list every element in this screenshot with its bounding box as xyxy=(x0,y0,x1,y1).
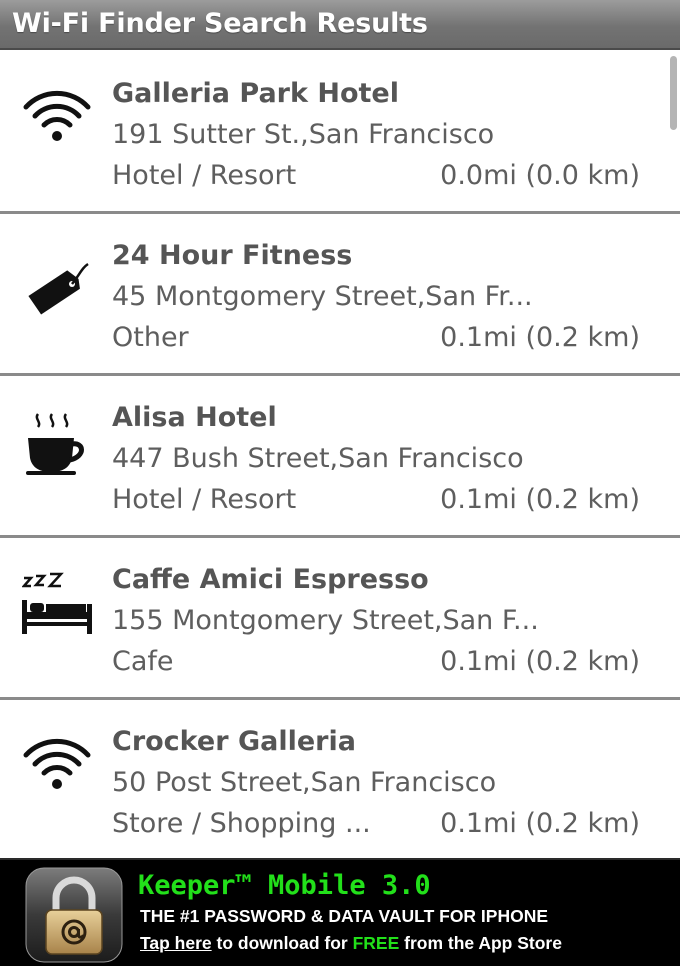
wifi-icon xyxy=(22,732,92,802)
result-name: Galleria Park Hotel xyxy=(112,78,399,109)
result-name: Caffe Amici Espresso xyxy=(112,564,429,595)
result-address: 191 Sutter St.,San Francisco xyxy=(112,119,495,150)
page-title: Wi-Fi Finder Search Results xyxy=(12,8,428,39)
result-address: 155 Montgomery Street,San F... xyxy=(112,605,539,636)
result-category: Store / Shopping ... xyxy=(112,808,371,839)
result-category: Hotel / Resort xyxy=(112,160,297,191)
free-label: FREE xyxy=(352,933,400,953)
wifi-icon xyxy=(22,84,92,154)
screen: Wi-Fi Finder Search Results Galleria Par… xyxy=(0,0,680,966)
title-bar: Wi-Fi Finder Search Results xyxy=(0,0,680,50)
scrollbar[interactable] xyxy=(670,56,677,130)
cta-text-end: from the App Store xyxy=(399,933,562,953)
result-address: 50 Post Street,San Francisco xyxy=(112,767,497,798)
result-name: Crocker Galleria xyxy=(112,726,356,757)
list-item[interactable]: Galleria Park Hotel 191 Sutter St.,San F… xyxy=(0,52,680,214)
result-name: Alisa Hotel xyxy=(112,402,277,433)
result-distance: 0.1mi (0.2 km) xyxy=(440,646,640,677)
result-category: Hotel / Resort xyxy=(112,484,297,515)
ad-banner[interactable]: Keeper™ Mobile 3.0 THE #1 PASSWORD & DAT… xyxy=(0,858,680,966)
result-category: Other xyxy=(112,322,189,353)
result-distance: 0.1mi (0.2 km) xyxy=(440,322,640,353)
bed-sleep-icon xyxy=(22,570,92,640)
tap-here-link[interactable]: Tap here xyxy=(140,933,212,953)
result-distance: 0.0mi (0.0 km) xyxy=(440,160,640,191)
result-category: Cafe xyxy=(112,646,174,677)
result-distance: 0.1mi (0.2 km) xyxy=(440,484,640,515)
coffee-cup-icon xyxy=(22,408,92,478)
result-address: 45 Montgomery Street,San Fr... xyxy=(112,281,533,312)
cta-text: to download for xyxy=(211,933,353,953)
list-item[interactable]: 24 Hour Fitness 45 Montgomery Street,San… xyxy=(0,214,680,376)
ad-headline: Keeper™ Mobile 3.0 xyxy=(138,870,431,901)
list-item[interactable]: Alisa Hotel 447 Bush Street,San Francisc… xyxy=(0,376,680,538)
results-list[interactable]: Galleria Park Hotel 191 Sutter St.,San F… xyxy=(0,52,680,858)
list-item[interactable]: Crocker Galleria 50 Post Street,San Fran… xyxy=(0,700,680,858)
ad-tagline: THE #1 PASSWORD & DATA VAULT FOR IPHONE xyxy=(140,906,549,926)
result-name: 24 Hour Fitness xyxy=(112,240,353,271)
tag-icon xyxy=(22,246,92,316)
list-item[interactable]: Caffe Amici Espresso 155 Montgomery Stre… xyxy=(0,538,680,700)
result-distance: 0.1mi (0.2 km) xyxy=(440,808,640,839)
result-address: 447 Bush Street,San Francisco xyxy=(112,443,524,474)
ad-call-to-action[interactable]: Tap here to download for FREE from the A… xyxy=(140,933,562,954)
padlock-at-icon xyxy=(24,866,124,964)
